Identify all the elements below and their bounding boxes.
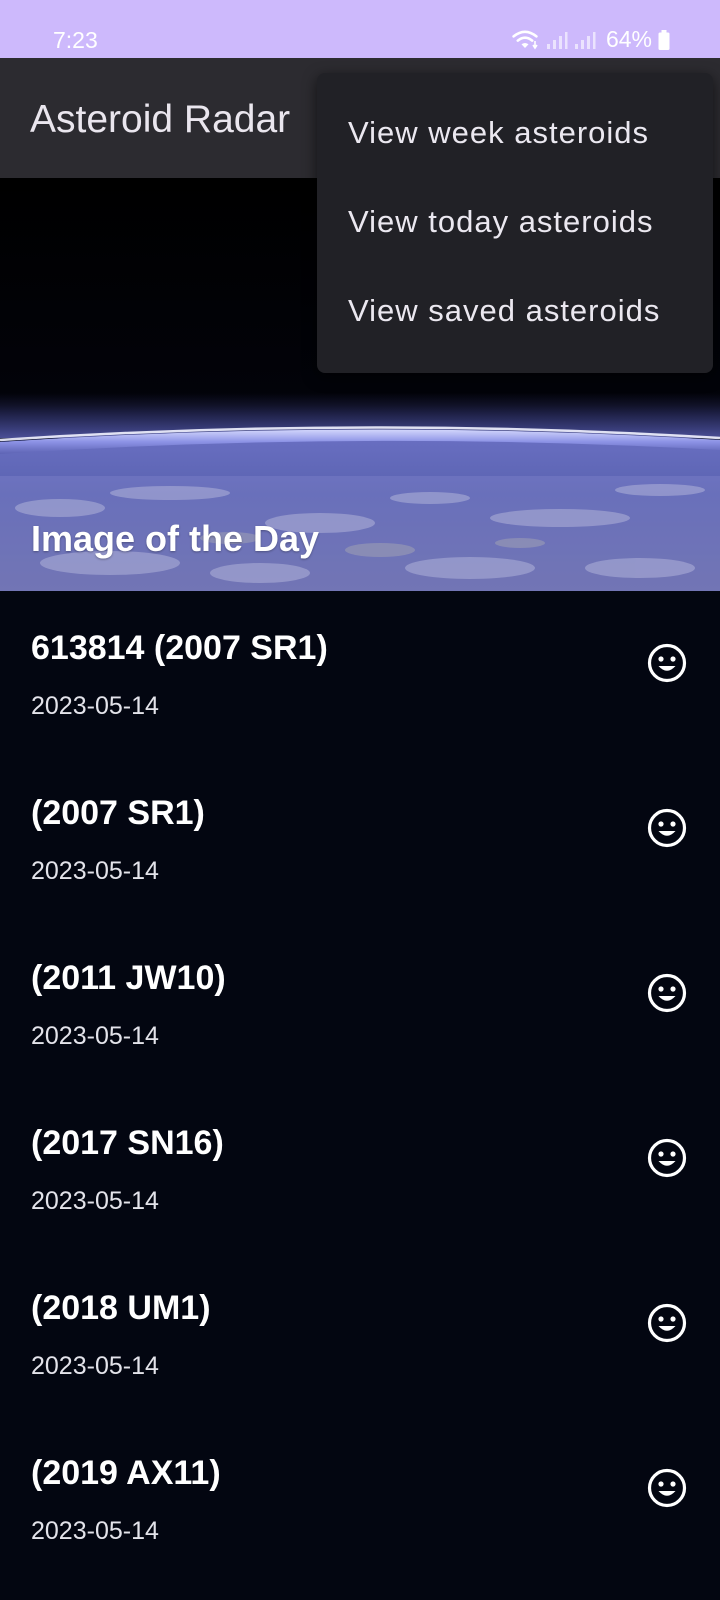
smile-icon <box>647 1468 687 1508</box>
signal-icon <box>574 31 596 49</box>
status-bar: 7:23 64% <box>0 0 720 58</box>
asteroid-date: 2023-05-14 <box>31 692 159 720</box>
wifi-icon <box>512 30 538 49</box>
asteroid-date: 2023-05-14 <box>31 1022 159 1050</box>
smile-icon <box>647 643 687 683</box>
smile-icon <box>647 808 687 848</box>
asteroid-name: (2017 SN16) <box>31 1124 224 1162</box>
asteroid-list: 613814 (2007 SR1) 2023-05-14 (2007 SR1) 202… <box>0 591 720 1581</box>
status-time: 7:23 <box>53 27 98 53</box>
list-item[interactable]: (2011 JW10) 2023-05-14 <box>0 921 720 1086</box>
screen: 7:23 64% Asteroid Radar Image of the Day… <box>0 0 720 1600</box>
asteroid-name: (2011 JW10) <box>31 959 226 997</box>
status-icons: 64% <box>510 26 670 53</box>
battery-icon <box>658 29 670 50</box>
asteroid-date: 2023-05-14 <box>31 857 159 885</box>
list-item[interactable]: 613814 (2007 SR1) 2023-05-14 <box>0 591 720 756</box>
smile-icon <box>647 973 687 1013</box>
asteroid-date: 2023-05-14 <box>31 1187 159 1215</box>
battery-percent: 64% <box>605 26 652 52</box>
menu-item-view-today[interactable]: View today asteroids <box>317 177 713 267</box>
list-item[interactable]: (2018 UM1) 2023-05-14 <box>0 1251 720 1416</box>
list-item[interactable]: (2019 AX11) 2023-05-14 <box>0 1416 720 1581</box>
app-title: Asteroid Radar <box>30 98 291 141</box>
signal-icon <box>546 31 568 49</box>
list-item[interactable]: (2007 SR1) 2023-05-14 <box>0 756 720 921</box>
asteroid-name: (2018 UM1) <box>31 1289 211 1327</box>
list-item[interactable]: (2017 SN16) 2023-05-14 <box>0 1086 720 1251</box>
asteroid-name: (2007 SR1) <box>31 794 205 832</box>
overflow-menu: View week asteroids View today asteroids… <box>317 73 713 373</box>
asteroid-date: 2023-05-14 <box>31 1352 159 1380</box>
asteroid-date: 2023-05-14 <box>31 1517 159 1545</box>
smile-icon <box>647 1138 687 1178</box>
menu-item-view-week[interactable]: View week asteroids <box>317 88 713 178</box>
asteroid-name: 613814 (2007 SR1) <box>31 629 328 667</box>
smile-icon <box>647 1303 687 1343</box>
asteroid-name: (2019 AX11) <box>31 1454 221 1492</box>
image-of-the-day-title: Image of the Day <box>31 518 320 559</box>
menu-item-view-saved[interactable]: View saved asteroids <box>317 266 713 356</box>
